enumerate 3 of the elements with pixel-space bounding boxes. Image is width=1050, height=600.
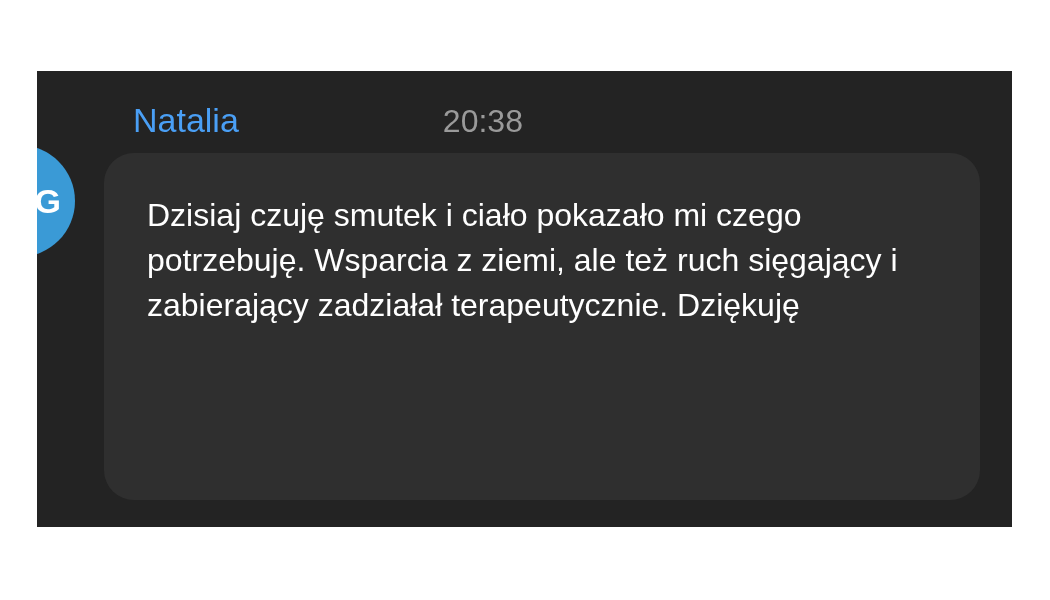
message-time: 20:38 xyxy=(442,103,523,140)
message-text: Dzisiaj czuję smutek i ciało pokazało mi czego potrzebuję. Wsparcia z ziemi, ale też ruch sięgający i zabierający zadziałał terapeutycznie. Dziękuję xyxy=(147,197,898,323)
sender-name: Natalia xyxy=(133,101,239,140)
